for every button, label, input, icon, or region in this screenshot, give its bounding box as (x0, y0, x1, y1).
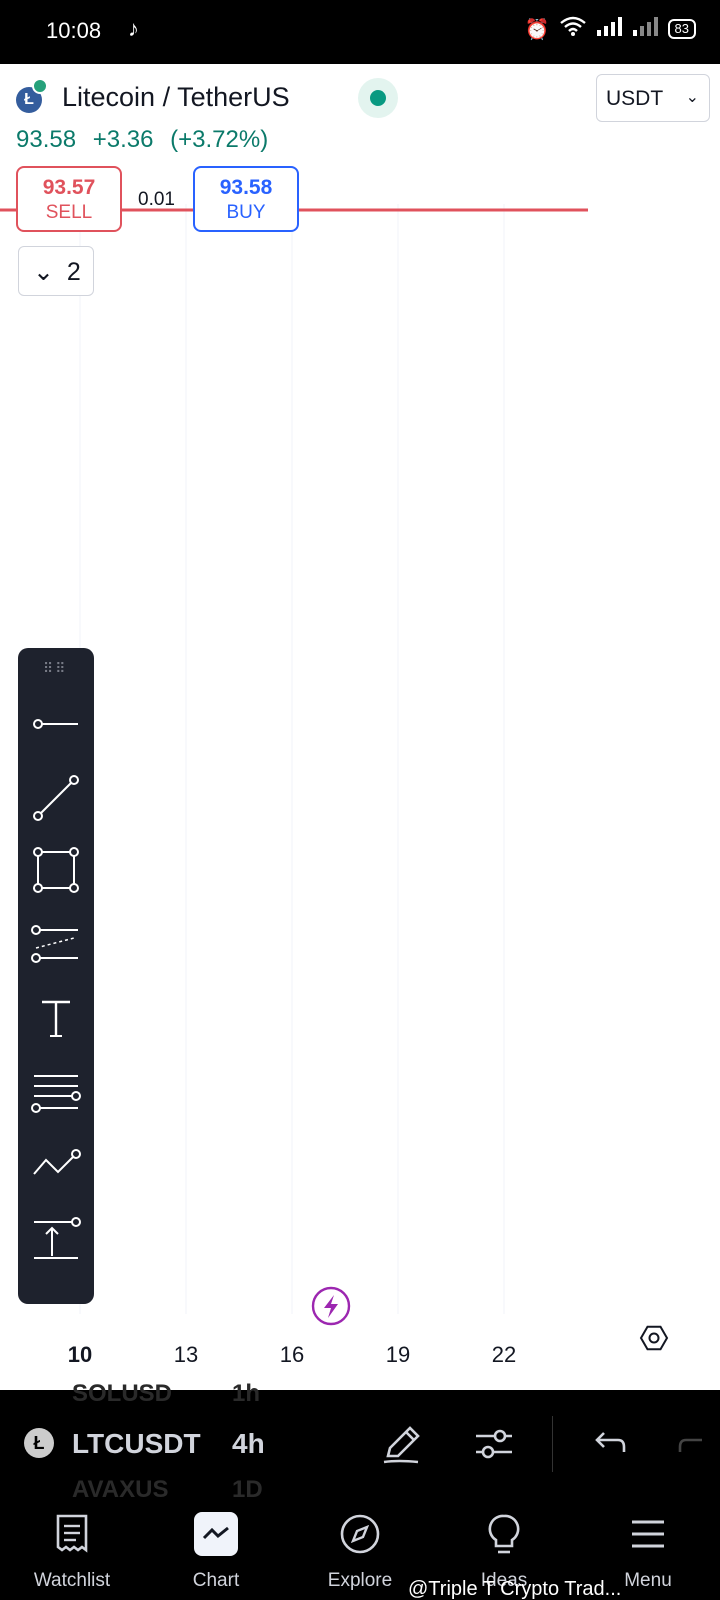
ghost-interval-above: 1h (232, 1380, 261, 1407)
market-open-dot (370, 90, 386, 106)
compass-icon (340, 1514, 380, 1554)
buy-button[interactable]: 93.58 BUY (193, 166, 299, 232)
sell-button[interactable]: 93.57 SELL (16, 166, 122, 232)
chart-settings-center-icon (648, 1332, 660, 1344)
lightbulb-icon (488, 1514, 520, 1554)
chart-settings-icon[interactable] (639, 1325, 669, 1351)
menu-icon (632, 1520, 664, 1548)
redo-icon[interactable] (672, 1420, 712, 1468)
nav-watchlist[interactable]: Watchlist (0, 1498, 144, 1600)
sell-price: 93.57 (42, 176, 96, 199)
symbol-bar: SOLUSD 1h AVAXUS 1D Ł LTCUSDT 4h (0, 1380, 720, 1503)
indicator-settings-icon[interactable] (470, 1420, 518, 1468)
text-tool-icon[interactable] (30, 992, 82, 1044)
chevron-down-icon: ⌄ (33, 258, 54, 286)
buy-label: BUY (226, 202, 266, 223)
nav-chart-label: Chart (192, 1570, 240, 1591)
time-axis-label: 16 (280, 1342, 304, 1367)
status-time: 10:08 (46, 18, 102, 43)
alarm-icon: ⏰ (524, 18, 550, 41)
pencil-draw-icon[interactable] (378, 1420, 426, 1468)
ghost-symbol-above: SOLUSD (72, 1380, 173, 1407)
status-icons: ⏰ 83 (525, 16, 696, 42)
status-bar: 10:08 ♪ ⏰ 83 (0, 0, 720, 64)
time-axis-label: 13 (174, 1342, 198, 1367)
rectangle-tool-icon[interactable] (30, 844, 82, 896)
music-note-icon: ♪ (128, 16, 139, 41)
chevron-down-icon: ⌄ (685, 89, 699, 106)
chart-icon (202, 1526, 229, 1540)
parallel-channel-tool-icon[interactable] (30, 918, 82, 970)
spread-value: 0.01 (138, 189, 175, 210)
indicators-count: 2 (66, 258, 81, 286)
currency-value: USDT (606, 87, 664, 110)
horizontal-ray-tool-icon[interactable] (30, 698, 82, 750)
market-status-icon[interactable] (358, 78, 398, 118)
signal-strength-2-icon (632, 16, 658, 42)
tether-badge-icon (32, 78, 48, 94)
long-position-tool-icon[interactable] (30, 1214, 82, 1266)
change-pct: (+3.72%) (170, 126, 269, 153)
drag-handle-icon[interactable]: ⠿⠿ (43, 660, 68, 677)
watermark-text: @Triple T Crypto Trad... (408, 1578, 622, 1600)
signal-strength-icon (596, 16, 622, 42)
price-chart[interactable]: 120.00116.00112.00108.00104.00100.0096.0… (0, 204, 720, 1390)
nav-watchlist-label: Watchlist (33, 1570, 111, 1591)
interval-select[interactable]: 4h (232, 1428, 265, 1460)
watchlist-icon (56, 1514, 88, 1553)
drawing-toolbar: ⠿⠿ (18, 648, 94, 1304)
time-axis-label: 19 (386, 1342, 410, 1367)
fib-retracement-tool-icon[interactable] (30, 1066, 82, 1118)
litecoin-symbol-icon: Ł (24, 1428, 54, 1458)
currency-select[interactable]: USDT ⌄ (596, 74, 710, 122)
nav-chart[interactable]: Chart (144, 1498, 288, 1600)
pair-title[interactable]: Litecoin / TetherUS (62, 82, 290, 113)
sell-label: SELL (45, 202, 93, 223)
battery-icon: 83 (667, 19, 696, 39)
trend-line-tool-icon[interactable] (30, 772, 82, 824)
symbol-select[interactable]: LTCUSDT (72, 1428, 201, 1460)
time-axis-label: 22 (492, 1342, 516, 1367)
change-abs: +3.36 (92, 126, 154, 153)
toolbar-divider (552, 1416, 553, 1472)
indicators-toggle-button[interactable]: ⌄ 2 (18, 246, 94, 296)
buy-price: 93.58 (219, 176, 273, 199)
price-summary: 93.58 +3.36 (+3.72%) (16, 126, 278, 154)
pattern-tool-icon[interactable] (30, 1140, 82, 1192)
last-price: 93.58 (16, 126, 77, 153)
time-axis-label: 10 (68, 1342, 92, 1367)
undo-icon[interactable] (584, 1420, 632, 1468)
wifi-icon (559, 16, 586, 42)
